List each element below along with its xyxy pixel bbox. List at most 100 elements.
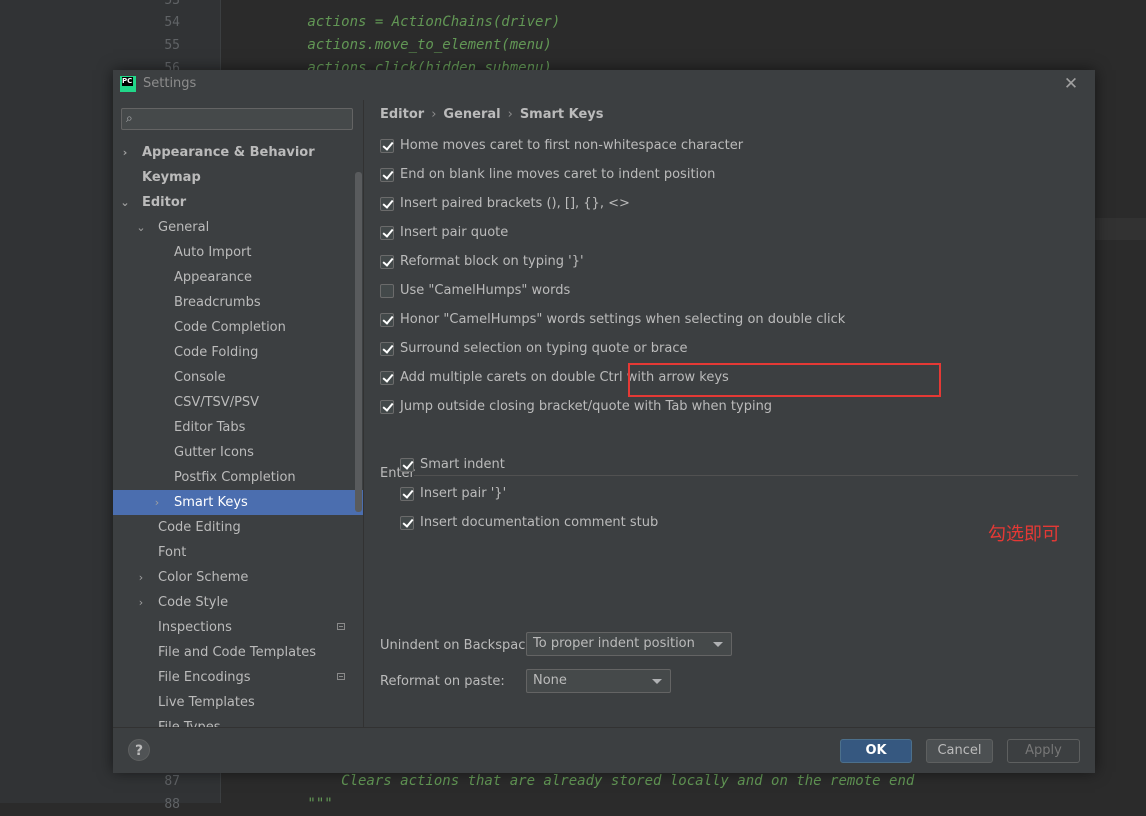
project-settings-icon [337, 623, 345, 630]
tree-item-file-and-code-templates[interactable]: File and Code Templates [113, 640, 363, 665]
apply-button[interactable]: Apply [1007, 739, 1080, 763]
tree-item-appearance-behavior[interactable]: › Appearance & Behavior [113, 140, 363, 165]
reformat-paste-label: Reformat on paste: [380, 674, 505, 689]
checkbox-checked[interactable] [380, 371, 394, 385]
checkbox-unchecked[interactable] [380, 284, 394, 298]
tree-item-file-encodings[interactable]: File Encodings [113, 665, 363, 690]
chevron-down-icon[interactable]: ⌄ [135, 215, 147, 240]
option-label: Use "CamelHumps" words [400, 283, 571, 298]
tree-item-code-style[interactable]: › Code Style [113, 590, 363, 615]
tree-item-inspections[interactable]: Inspections [113, 615, 363, 640]
checkbox-checked[interactable] [380, 139, 394, 153]
line-number: 55 [164, 38, 180, 53]
option-label: Insert pair quote [400, 225, 509, 240]
checkbox-checked[interactable] [380, 226, 394, 240]
checkbox-checked[interactable] [380, 313, 394, 327]
chevron-down-icon [652, 679, 662, 684]
chevron-right-icon[interactable]: › [135, 590, 147, 615]
code-line: actions = ActionChains(driver) [240, 14, 561, 30]
line-number: 54 [164, 15, 180, 30]
help-button[interactable]: ? [128, 739, 150, 761]
tree-item-color-scheme[interactable]: › Color Scheme [113, 565, 363, 590]
tree-item-code-completion[interactable]: Code Completion [113, 315, 363, 340]
settings-navigation: ⌕ › Appearance & Behavior Keymap ⌄ Editor ⌄ Ge… [113, 100, 364, 727]
tree-item-label: Smart Keys [174, 495, 248, 510]
option-label: Smart indent [420, 457, 505, 472]
chevron-right-icon[interactable]: › [135, 565, 147, 590]
tree-item-breadcrumbs[interactable]: Breadcrumbs [113, 290, 363, 315]
tree-item-label: General [158, 220, 210, 235]
checkbox-checked[interactable] [380, 400, 394, 414]
annotation-text: 勾选即可 [988, 524, 1060, 545]
tree-item-label: Postfix Completion [174, 470, 296, 485]
option-label: Reformat block on typing '}' [400, 254, 584, 269]
tree-item-file-types[interactable]: File Types [113, 715, 363, 727]
option-label: Home moves caret to first non-whitespace… [400, 138, 744, 153]
settings-search-box[interactable]: ⌕ [121, 108, 353, 130]
tree-item-code-folding[interactable]: Code Folding [113, 340, 363, 365]
checkbox-checked[interactable] [400, 458, 414, 472]
search-icon: ⌕ [126, 111, 133, 125]
tree-item-smart-keys[interactable]: › Smart Keys [113, 490, 363, 515]
tree-item-editor-tabs[interactable]: Editor Tabs [113, 415, 363, 440]
cancel-button[interactable]: Cancel [926, 739, 993, 763]
close-icon[interactable]: ✕ [1062, 74, 1080, 94]
tree-item-code-editing[interactable]: Code Editing [113, 515, 363, 540]
breadcrumb-separator: › [431, 107, 437, 122]
chevron-right-icon[interactable]: › [151, 490, 163, 515]
tree-item-keymap[interactable]: Keymap [113, 165, 363, 190]
tree-item-label: Font [158, 545, 187, 560]
tree-item-label: Inspections [158, 620, 232, 635]
code-comment: """ [240, 796, 333, 812]
pycharm-logo-icon: PC [120, 76, 136, 92]
tree-item-console[interactable]: Console [113, 365, 363, 390]
tree-item-label: Breadcrumbs [174, 295, 261, 310]
highlight-box [628, 363, 941, 397]
chevron-down-icon[interactable]: ⌄ [119, 190, 131, 215]
tree-scrollbar[interactable] [355, 172, 362, 512]
option-label: Insert paired brackets (), [], {}, <> [400, 196, 630, 211]
tree-item-label: Appearance & Behavior [142, 145, 315, 160]
code-line: actions.move_to_element(menu) [240, 37, 552, 53]
chevron-right-icon[interactable]: › [119, 140, 131, 165]
reformat-paste-dropdown[interactable]: None [526, 669, 671, 693]
ok-button[interactable]: OK [840, 739, 912, 763]
dialog-footer: ? OK Cancel Apply [113, 727, 1095, 773]
tree-item-postfix-completion[interactable]: Postfix Completion [113, 465, 363, 490]
logo-text: PC [122, 77, 133, 86]
line-number: 88 [164, 797, 180, 812]
checkbox-checked[interactable] [380, 197, 394, 211]
option-label: End on blank line moves caret to indent … [400, 167, 716, 182]
tree-item-editor[interactable]: ⌄ Editor [113, 190, 363, 215]
tree-item-label: Appearance [174, 270, 253, 285]
project-settings-icon [337, 673, 345, 680]
tree-item-appearance[interactable]: Appearance [113, 265, 363, 290]
tree-item-label: Editor [142, 195, 187, 210]
code-comment: Clears actions that are already stored l… [240, 773, 915, 789]
line-number: 87 [164, 774, 180, 789]
tree-item-general[interactable]: ⌄ General [113, 215, 363, 240]
option-label: Honor "CamelHumps" words settings when s… [400, 312, 846, 327]
search-input[interactable] [146, 111, 346, 127]
tree-item-live-templates[interactable]: Live Templates [113, 690, 363, 715]
tree-item-csv-tsv-psv[interactable]: CSV/TSV/PSV [113, 390, 363, 415]
option-label: Surround selection on typing quote or br… [400, 341, 688, 356]
checkbox-checked[interactable] [400, 487, 414, 501]
tree-item-auto-import[interactable]: Auto Import [113, 240, 363, 265]
tree-item-label: File Types [158, 715, 221, 727]
option-label: Insert pair '}' [420, 486, 507, 501]
current-line-highlight [1095, 218, 1146, 240]
tree-item-label: Gutter Icons [174, 445, 254, 460]
tree-item-label: Code Completion [174, 320, 286, 335]
tree-item-label: Color Scheme [158, 570, 249, 585]
tree-item-font[interactable]: Font [113, 540, 363, 565]
checkbox-checked[interactable] [400, 516, 414, 530]
checkbox-checked[interactable] [380, 342, 394, 356]
checkbox-checked[interactable] [380, 168, 394, 182]
tree-item-label: Code Folding [174, 345, 259, 360]
reformat-paste-value: None [533, 673, 567, 688]
breadcrumb-editor: Editor [380, 107, 425, 122]
tree-item-gutter-icons[interactable]: Gutter Icons [113, 440, 363, 465]
unindent-dropdown[interactable]: To proper indent position [526, 632, 732, 656]
checkbox-checked[interactable] [380, 255, 394, 269]
